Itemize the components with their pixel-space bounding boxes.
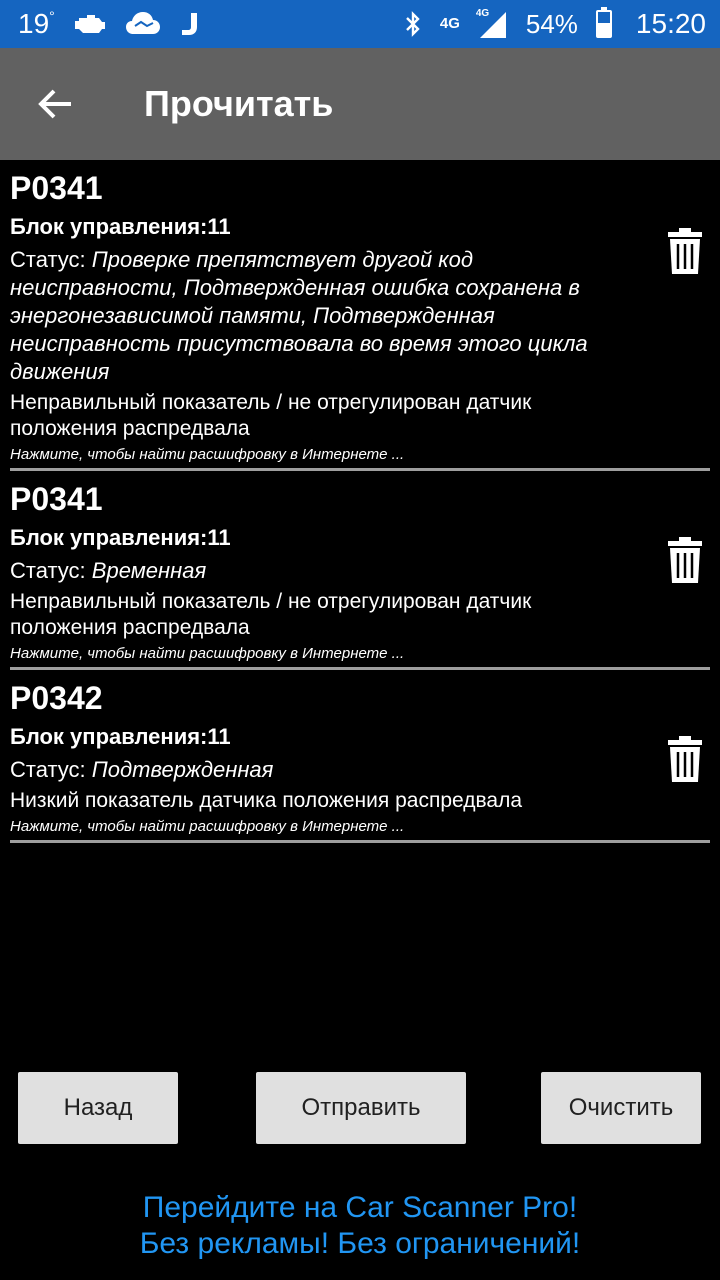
cloud-icon bbox=[125, 10, 161, 38]
signal-icon: 4G bbox=[476, 8, 508, 38]
divider bbox=[10, 840, 710, 843]
dtc-status: Статус: Подтвержденная bbox=[10, 757, 274, 782]
temperature: 19° bbox=[18, 8, 55, 39]
battery-percent: 54% bbox=[525, 8, 578, 39]
dtc-item[interactable]: P0341 Блок управления:11 Статус: Проверк… bbox=[0, 160, 720, 471]
dtc-item[interactable]: P0341 Блок управления:11 Статус: Временн… bbox=[0, 471, 720, 670]
back-nav-button[interactable]: Назад bbox=[18, 1072, 178, 1144]
status-bar: 19° 4G 4G 54% 15:20 bbox=[0, 0, 720, 48]
bluetooth-icon bbox=[404, 10, 422, 38]
dtc-code: P0341 bbox=[10, 170, 103, 206]
dtc-search-link[interactable]: Нажмите, чтобы найти расшифровку в Интер… bbox=[10, 643, 710, 665]
dtc-description: Неправильный показатель / не отрегулиров… bbox=[10, 391, 532, 440]
network-type: 4G bbox=[439, 15, 460, 32]
dtc-status: Статус: Проверке препятствует другой код… bbox=[10, 247, 588, 384]
j-icon bbox=[179, 11, 205, 37]
arrow-left-icon bbox=[38, 89, 71, 119]
clock: 15:20 bbox=[635, 8, 706, 39]
dtc-description: Неправильный показатель / не отрегулиров… bbox=[10, 590, 532, 639]
dtc-list: P0341 Блок управления:11 Статус: Проверк… bbox=[0, 160, 720, 843]
dtc-item[interactable]: P0342 Блок управления:11 Статус: Подтвер… bbox=[0, 670, 720, 843]
app-toolbar: Прочитать bbox=[0, 48, 720, 160]
delete-button[interactable] bbox=[666, 535, 704, 585]
action-buttons: Назад Отправить Очистить bbox=[0, 1072, 720, 1144]
dtc-code: P0341 bbox=[10, 481, 103, 517]
delete-button[interactable] bbox=[666, 734, 704, 784]
dtc-control-block: Блок управления:11 bbox=[10, 214, 231, 239]
battery-icon bbox=[595, 7, 612, 38]
delete-button[interactable] bbox=[666, 226, 704, 276]
back-button[interactable] bbox=[0, 48, 110, 160]
page-title: Прочитать bbox=[144, 83, 334, 124]
trash-icon bbox=[668, 228, 702, 274]
promo-banner[interactable]: Перейдите на Car Scanner Pro! Без реклам… bbox=[0, 1190, 720, 1262]
dtc-search-link[interactable]: Нажмите, чтобы найти расшифровку в Интер… bbox=[10, 444, 710, 466]
trash-icon bbox=[668, 537, 702, 583]
send-button[interactable]: Отправить bbox=[256, 1072, 466, 1144]
dtc-description: Низкий показатель датчика положения расп… bbox=[10, 789, 523, 812]
dtc-control-block: Блок управления:11 bbox=[10, 724, 231, 749]
dtc-control-block: Блок управления:11 bbox=[10, 525, 231, 550]
promo-line-1: Перейдите на Car Scanner Pro! bbox=[142, 1191, 578, 1224]
engine-icon bbox=[73, 13, 107, 35]
dtc-search-link[interactable]: Нажмите, чтобы найти расшифровку в Интер… bbox=[10, 816, 710, 838]
promo-line-2: Без рекламы! Без ограничений! bbox=[139, 1227, 581, 1260]
dtc-status: Статус: Временная bbox=[10, 558, 207, 583]
dtc-code: P0342 bbox=[10, 680, 103, 716]
trash-icon bbox=[668, 736, 702, 782]
clear-button[interactable]: Очистить bbox=[541, 1072, 701, 1144]
